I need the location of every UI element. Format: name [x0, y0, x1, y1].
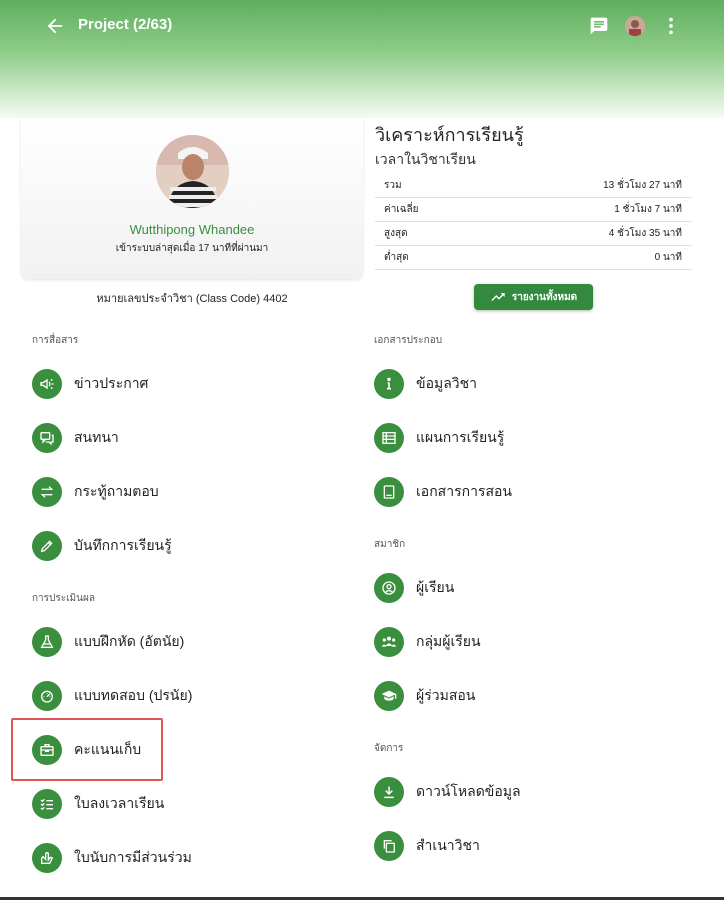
menu-announcements[interactable]: ข่าวประกาศ [32, 364, 148, 404]
menu-student-groups[interactable]: กลุ่มผู้เรียน [374, 622, 481, 662]
stat-label: ต่ำสุด [384, 252, 409, 263]
menu-label: ใบลงเวลาเรียน [74, 795, 165, 811]
page-title: Project (2/63) [78, 16, 173, 33]
menu-qa-board[interactable]: กระทู้ถามตอบ [32, 472, 159, 512]
menu-label: แบบฝึกหัด (อัตนัย) [74, 633, 185, 649]
info-icon [374, 369, 404, 399]
more-vert-icon[interactable] [660, 15, 682, 37]
table-icon [374, 423, 404, 453]
stat-row-average: ค่าเฉลี่ย 1 ชั่วโมง 7 นาที [375, 198, 692, 222]
class-code: หมายเลขประจำวิชา (Class Code) 4402 [96, 293, 288, 305]
megaphone-icon [32, 369, 62, 399]
book-icon [374, 477, 404, 507]
hand-icon [32, 843, 62, 873]
group-icon [374, 627, 404, 657]
analysis-title: วิเคราะห์การเรียนรู้ [375, 125, 524, 145]
time-stats-table: รวม 13 ชั่วโมง 27 นาที ค่าเฉลี่ย 1 ชั่วโ… [375, 174, 692, 270]
stat-row-total: รวม 13 ชั่วโมง 27 นาที [375, 174, 692, 198]
flask-icon [32, 627, 62, 657]
analysis-subtitle: เวลาในวิชาเรียน [375, 151, 476, 167]
swap-icon [32, 477, 62, 507]
menu-label: กลุ่มผู้เรียน [416, 633, 481, 649]
menu-learning-log[interactable]: บันทึกการเรียนรู้ [32, 526, 172, 566]
section-manage: จัดการ [374, 743, 404, 754]
stat-value: 4 ชั่วโมง 35 นาที [608, 228, 682, 239]
section-assessment: การประเมินผล [32, 593, 95, 604]
menu-label: ผู้ร่วมสอน [416, 687, 476, 703]
menu-label: แผนการเรียนรู้ [416, 429, 505, 445]
menu-copy-course[interactable]: สำเนาวิชา [374, 826, 480, 866]
forum-icon [32, 423, 62, 453]
menu-label: สนทนา [74, 429, 119, 445]
highlight-box [11, 718, 163, 781]
menu-label: แบบทดสอบ (ปรนัย) [74, 687, 193, 703]
pencil-icon [32, 531, 62, 561]
menu-download-data[interactable]: ดาวน์โหลดข้อมูล [374, 772, 521, 812]
stat-value: 1 ชั่วโมง 7 นาที [614, 204, 682, 215]
section-communication: การสื่อสาร [32, 335, 79, 346]
trending-up-icon [491, 293, 505, 301]
app-bar: Project (2/63) [0, 0, 724, 118]
profile-name: Wutthipong Whandee [129, 222, 255, 237]
stat-value: 13 ชั่วโมง 27 นาที [603, 180, 682, 191]
menu-participation[interactable]: ใบนับการมีส่วนร่วม [32, 838, 192, 878]
full-report-label: รายงานทั้งหมด [511, 291, 578, 303]
profile-card: Wutthipong Whandee เข้าระบบล่าสุดเมื่อ 1… [21, 118, 363, 279]
section-members: สมาชิก [374, 539, 406, 550]
menu-teaching-materials[interactable]: เอกสารการสอน [374, 472, 512, 512]
speedometer-icon [32, 681, 62, 711]
stat-label: รวม [384, 180, 402, 191]
section-documents: เอกสารประกอบ [374, 335, 443, 346]
person-icon [374, 573, 404, 603]
menu-label: กระทู้ถามตอบ [74, 483, 159, 499]
stat-row-max: สูงสุด 4 ชั่วโมง 35 นาที [375, 222, 692, 246]
menu-course-info[interactable]: ข้อมูลวิชา [374, 364, 477, 404]
menu-label: ดาวน์โหลดข้อมูล [416, 783, 521, 799]
menu-label: ใบนับการมีส่วนร่วม [74, 849, 192, 865]
menu-students[interactable]: ผู้เรียน [374, 568, 454, 608]
stat-row-min: ต่ำสุด 0 นาที [375, 246, 692, 270]
stat-label: สูงสุด [384, 228, 408, 239]
menu-attendance[interactable]: ใบลงเวลาเรียน [32, 784, 164, 824]
menu-label: ข่าวประกาศ [74, 375, 149, 391]
menu-label: ข้อมูลวิชา [416, 375, 478, 391]
checklist-icon [32, 789, 62, 819]
menu-label: บันทึกการเรียนรู้ [74, 537, 172, 553]
menu-co-teachers[interactable]: ผู้ร่วมสอน [374, 676, 475, 716]
chat-icon[interactable] [589, 16, 609, 36]
copy-icon [374, 831, 404, 861]
menu-label: เอกสารการสอน [416, 483, 512, 499]
download-icon [374, 777, 404, 807]
menu-chat[interactable]: สนทนา [32, 418, 119, 458]
last-login-text: เข้าระบบล่าสุดเมื่อ 17 นาทีที่ผ่านมา [115, 243, 269, 254]
menu-learning-plan[interactable]: แผนการเรียนรู้ [374, 418, 504, 458]
menu-objective-test[interactable]: แบบทดสอบ (ปรนัย) [32, 676, 192, 716]
stat-value: 0 นาที [654, 252, 682, 263]
stat-label: ค่าเฉลี่ย [384, 204, 419, 215]
menu-label: สำเนาวิชา [416, 837, 480, 853]
back-arrow-icon[interactable] [44, 15, 66, 37]
user-avatar[interactable] [625, 16, 645, 36]
full-report-button[interactable]: รายงานทั้งหมด [474, 284, 593, 310]
menu-subjective-exercise[interactable]: แบบฝึกหัด (อัตนัย) [32, 622, 184, 662]
profile-photo [156, 135, 229, 208]
menu-label: ผู้เรียน [416, 579, 455, 595]
graduation-cap-icon [374, 681, 404, 711]
